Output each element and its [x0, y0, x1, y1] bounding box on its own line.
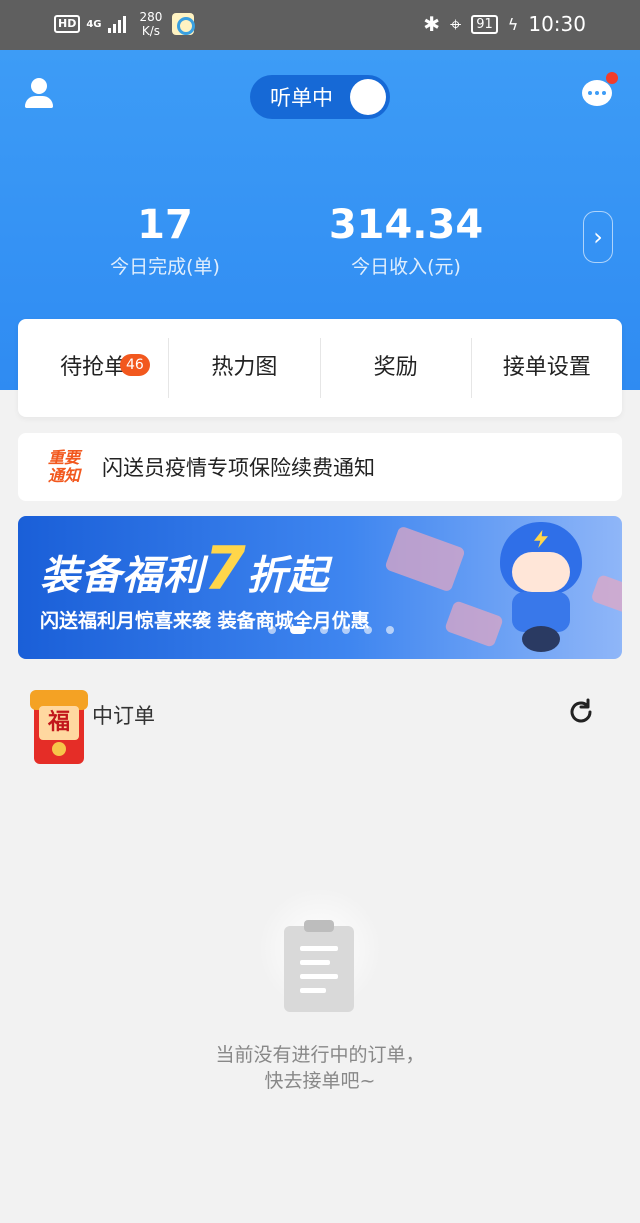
network-type: 4G [86, 18, 102, 30]
carousel-dot[interactable] [364, 626, 372, 634]
network-speed: 280 K/s [140, 10, 163, 38]
status-bar: HD 4G 280 K/s ✱ ⌖ 91 ϟ 10:30 [0, 0, 640, 50]
bluetooth-icon: ✱ [423, 12, 440, 36]
promo-banner[interactable]: 装备福利7折起 闪送福利月惊喜来袭 装备商城全月优惠 [18, 516, 622, 659]
app-notification-icon [172, 13, 196, 35]
signal-icon [107, 15, 126, 33]
stat-value: 314.34 [328, 202, 484, 248]
message-icon[interactable] [582, 72, 618, 108]
fu-character: 福 [39, 706, 79, 740]
hd-indicator: HD [54, 15, 81, 33]
carousel-indicator [268, 626, 394, 634]
status-left: HD 4G 280 K/s [54, 10, 196, 38]
banner-title-part2: 折起 [246, 553, 329, 599]
chevron-right-icon[interactable]: › [583, 211, 613, 263]
carousel-dot[interactable] [290, 626, 306, 634]
tab-label: 待抢单 [60, 355, 127, 380]
count-badge: 46 [120, 354, 150, 376]
status-right: ✱ ⌖ 91 ϟ 10:30 [423, 12, 586, 36]
toggle-label: 听单中 [270, 86, 333, 110]
stat-label: 今日完成(单) [110, 256, 220, 278]
unread-dot [606, 72, 618, 84]
tab-pending-orders[interactable]: 待抢单 46 [18, 338, 168, 398]
carousel-dot[interactable] [386, 626, 394, 634]
red-packet-icon[interactable]: 福 [30, 690, 88, 766]
tag-line-2: 通知 [47, 466, 80, 485]
empty-line-1: 当前没有进行中的订单， [215, 1044, 425, 1066]
tab-label: 奖励 [373, 355, 418, 380]
mascot-rider-image [498, 522, 584, 654]
speed-value: 280 [139, 10, 163, 24]
banner-title-number: 7 [204, 534, 247, 604]
stat-label: 今日收入(元) [351, 256, 461, 278]
tab-label: 热力图 [211, 355, 278, 380]
listen-order-toggle[interactable]: 听单中 [250, 75, 390, 119]
card-decoration [384, 525, 466, 593]
notice-text: 闪送员疫情专项保险续费通知 [102, 456, 375, 480]
card-decoration [590, 574, 622, 614]
battery-icon: 91 [471, 14, 498, 34]
carousel-dot[interactable] [268, 626, 276, 634]
speed-unit: K/s [141, 24, 161, 38]
refresh-icon[interactable] [566, 697, 596, 727]
carousel-dot[interactable] [320, 626, 328, 634]
tab-rewards[interactable]: 奖励 [319, 338, 471, 398]
tag-line-1: 重要 [47, 448, 80, 467]
tab-label: 接单设置 [502, 355, 591, 380]
empty-line-2: 快去接单吧~ [264, 1070, 376, 1092]
clock: 10:30 [528, 12, 586, 36]
carousel-dot[interactable] [342, 626, 350, 634]
function-tabs: 待抢单 46 热力图 奖励 接单设置 [18, 319, 622, 417]
empty-state-message: 当前没有进行中的订单， 快去接单吧~ [0, 1042, 640, 1094]
important-notice-tag: 重要 通知 [42, 449, 86, 485]
notice-bar[interactable]: 重要 通知 闪送员疫情专项保险续费通知 [18, 433, 622, 501]
stat-completed: 17 今日完成(单) [65, 200, 265, 280]
banner-title: 装备福利7折起 [40, 534, 329, 604]
charging-icon: ϟ [507, 14, 519, 34]
card-decoration [444, 600, 504, 648]
banner-title-part1: 装备福利 [40, 553, 204, 599]
tab-order-settings[interactable]: 接单设置 [470, 338, 622, 398]
stat-value: 17 [137, 202, 193, 248]
toggle-knob [350, 79, 386, 115]
section-title: 中订单 [92, 704, 155, 728]
user-icon[interactable] [24, 78, 54, 110]
empty-clipboard-icon [250, 880, 390, 1020]
tab-heatmap[interactable]: 热力图 [168, 338, 319, 398]
location-icon: ⌖ [449, 12, 462, 36]
stat-income: 314.34 今日收入(元) [306, 200, 506, 280]
